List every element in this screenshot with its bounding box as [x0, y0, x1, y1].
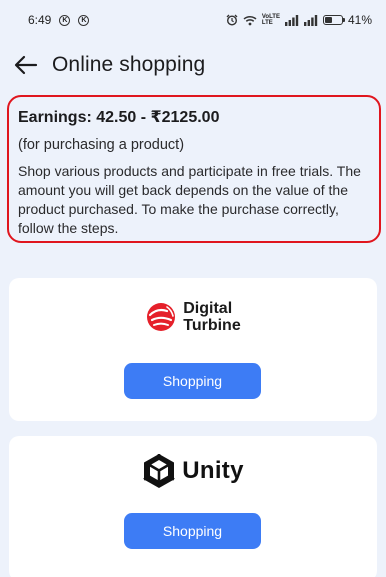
digital-turbine-logo: Digital Turbine	[9, 300, 377, 334]
app-header: Online shopping	[0, 44, 386, 86]
earnings-info-box: Earnings: 42.50 - ₹2125.00 (for purchasi…	[7, 95, 381, 243]
page-title: Online shopping	[52, 53, 206, 76]
status-time: 6:49	[28, 13, 52, 27]
digital-turbine-word-2: Turbine	[183, 317, 241, 334]
volte-bottom: LTE	[261, 20, 273, 26]
signal-icon	[284, 14, 299, 26]
status-left: 6:49 K K	[28, 13, 90, 27]
battery-percent: 41%	[347, 13, 372, 27]
unity-wordmark: Unity	[182, 457, 244, 484]
unity-logo-icon	[143, 454, 175, 488]
earnings-subnote: (for purchasing a product)	[18, 137, 185, 153]
offer-description: Shop various products and participate in…	[18, 163, 361, 236]
volte-label: VoLTE LTE	[262, 14, 280, 26]
status-bar: 6:49 K K VoLTE LTE 41%	[0, 0, 386, 40]
wifi-icon	[243, 15, 257, 26]
offer-card-digital-turbine: Digital Turbine Shopping	[9, 278, 377, 421]
battery-icon	[322, 15, 345, 25]
unity-logo: Unity	[9, 453, 377, 489]
notification-k-icon: K	[59, 14, 71, 26]
back-button[interactable]	[12, 51, 40, 79]
battery-fill	[324, 17, 332, 23]
signal-icon	[303, 14, 318, 26]
shopping-button[interactable]: Shopping	[124, 513, 261, 549]
digital-turbine-wordmark: Digital Turbine	[183, 300, 240, 334]
digital-turbine-word-1: Digital	[183, 300, 233, 317]
shopping-button[interactable]: Shopping	[124, 363, 261, 399]
status-right: VoLTE LTE 41%	[226, 13, 372, 27]
digital-turbine-logo-icon	[147, 303, 176, 331]
notification-k-icon: K	[78, 14, 90, 26]
offer-card-unity: Unity Shopping	[9, 436, 377, 577]
arrow-left-icon	[14, 55, 38, 75]
alarm-icon	[226, 14, 238, 26]
earnings-text: Earnings: 42.50 - ₹2125.00	[18, 109, 220, 126]
